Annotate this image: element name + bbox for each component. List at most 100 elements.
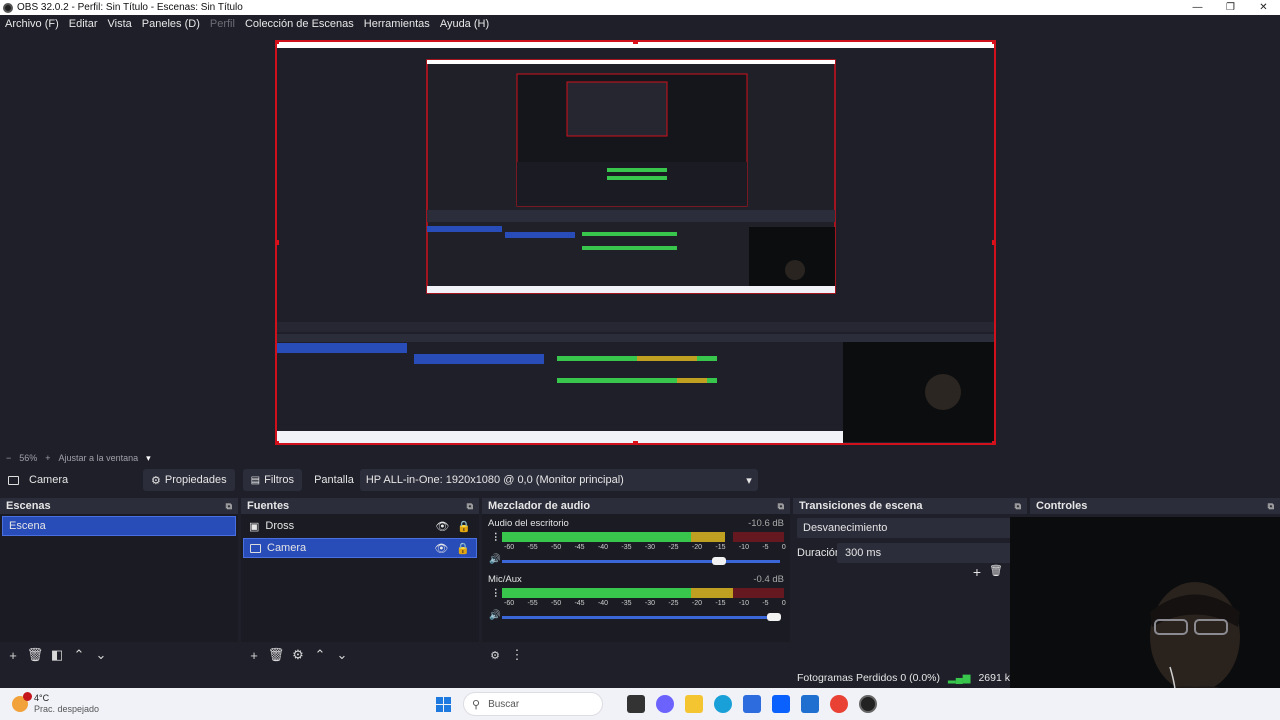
- menu-herramientas[interactable]: Herramientas: [359, 18, 435, 30]
- zoom-out-button[interactable]: −: [6, 453, 11, 463]
- minimize-button[interactable]: —: [1181, 0, 1214, 15]
- obs-icon[interactable]: [859, 695, 877, 713]
- move-up-button[interactable]: ⌃: [311, 647, 329, 663]
- meter-red: [733, 588, 784, 598]
- meter-tick-label: -55: [527, 544, 538, 551]
- close-button[interactable]: ✕: [1247, 0, 1280, 15]
- speaker-icon[interactable]: 🔊: [489, 610, 501, 621]
- add-transition-button[interactable]: +: [973, 564, 981, 580]
- eye-icon[interactable]: 👁: [434, 542, 448, 555]
- transitions-dock: Transiciones de escena ⧉ Desvanecimiento…: [793, 498, 1027, 668]
- mixer-menu-icon[interactable]: ⋮: [508, 647, 526, 663]
- channel-menu-icon[interactable]: ⋮: [491, 588, 501, 599]
- search-placeholder: Buscar: [488, 698, 520, 710]
- duration-input[interactable]: 300 ms: [837, 543, 1023, 563]
- preview-canvas[interactable]: [275, 40, 996, 445]
- source-item[interactable]: ▣ Dross 👁 🔒: [243, 516, 477, 536]
- resize-handle[interactable]: [633, 42, 638, 44]
- remove-source-button[interactable]: 🗑: [267, 647, 285, 663]
- mixer-channel-desktop-audio: Audio del escritorio -10.6 dB ⋮ -60 -55 -5…: [482, 514, 790, 570]
- display-label: Pantalla: [314, 474, 354, 486]
- windows-start-icon[interactable]: [436, 696, 451, 712]
- lock-icon[interactable]: 🔒: [457, 520, 471, 533]
- search-icon: ⚲: [472, 698, 481, 711]
- volume-slider[interactable]: [502, 613, 782, 621]
- menu-archivo[interactable]: Archivo (F): [0, 18, 64, 30]
- resize-handle[interactable]: [277, 441, 279, 443]
- eye-icon[interactable]: 👁: [435, 520, 449, 533]
- move-down-button[interactable]: ⌄: [333, 647, 351, 663]
- zoom-dropdown-icon[interactable]: ▾: [146, 453, 151, 464]
- resize-handle[interactable]: [992, 441, 994, 443]
- resize-handle[interactable]: [992, 240, 994, 245]
- chrome-icon[interactable]: [830, 695, 848, 713]
- meter-tick-label: -20: [691, 544, 702, 551]
- scene-filters-button[interactable]: ◧: [48, 647, 66, 663]
- file-explorer-icon[interactable]: [685, 695, 703, 713]
- undock-icon[interactable]: ⧉: [467, 501, 473, 512]
- meter-green: [502, 532, 691, 542]
- meter-tick-label: -15: [715, 600, 726, 607]
- task-view-icon[interactable]: [627, 695, 645, 713]
- advanced-audio-icon[interactable]: ⚙: [486, 649, 504, 662]
- undock-icon[interactable]: ⧉: [1268, 501, 1274, 512]
- move-down-button[interactable]: ⌄: [92, 647, 110, 663]
- image-icon: ▣: [249, 520, 260, 533]
- maximize-button[interactable]: ❐: [1214, 0, 1247, 15]
- transition-select-value: Desvanecimiento: [803, 522, 888, 534]
- volume-slider-knob[interactable]: [711, 557, 726, 565]
- scenes-title: Escenas: [6, 500, 51, 512]
- display-select-value: HP ALL-in-One: 1920x1080 @ 0,0 (Monitor …: [365, 474, 624, 486]
- move-up-button[interactable]: ⌃: [70, 647, 88, 663]
- undock-icon[interactable]: ⧉: [778, 501, 784, 512]
- meter-tick-label: -40: [597, 600, 609, 607]
- speaker-icon[interactable]: 🔊: [489, 554, 501, 565]
- copilot-icon[interactable]: [656, 695, 674, 713]
- menu-paneles[interactable]: Paneles (D): [137, 18, 205, 30]
- source-item[interactable]: Camera 👁 🔒: [243, 538, 477, 558]
- undock-icon[interactable]: ⧉: [226, 501, 232, 512]
- add-scene-button[interactable]: +: [4, 648, 22, 663]
- menu-perfil[interactable]: Perfil: [205, 18, 240, 30]
- resize-handle[interactable]: [633, 441, 638, 443]
- volume-meter: [502, 588, 784, 598]
- undock-icon[interactable]: ⧉: [1015, 501, 1021, 512]
- menu-ayuda[interactable]: Ayuda (H): [435, 18, 494, 30]
- weather-widget[interactable]: 4°C Prac. despejado: [12, 692, 412, 715]
- source-properties-button[interactable]: ⚙: [289, 647, 307, 663]
- remove-transition-button[interactable]: 🗑: [989, 564, 1003, 580]
- lock-icon[interactable]: 🔒: [456, 542, 470, 555]
- properties-label: Propiedades: [164, 474, 227, 486]
- resize-handle[interactable]: [992, 42, 994, 44]
- mixer-dock-title: Mezclador de audio ⧉: [482, 498, 790, 514]
- zoom-in-button[interactable]: +: [45, 453, 50, 463]
- volume-slider-knob[interactable]: [767, 613, 782, 621]
- power-automate-icon[interactable]: [801, 695, 819, 713]
- meter-tick-label: -55: [527, 600, 538, 607]
- meter-ticks: -60 -55 -50 -45 -40 -35 -30 -25 -20 -15 -10 -5 0: [504, 544, 786, 551]
- store-icon[interactable]: [743, 695, 761, 713]
- menu-vista[interactable]: Vista: [103, 18, 137, 30]
- menu-editar[interactable]: Editar: [64, 18, 103, 30]
- scene-item[interactable]: Escena: [2, 516, 236, 536]
- remove-scene-button[interactable]: 🗑: [26, 647, 44, 663]
- menu-coleccion-escenas[interactable]: Colección de Escenas: [240, 18, 359, 30]
- display-select[interactable]: HP ALL-in-One: 1920x1080 @ 0,0 (Monitor …: [359, 469, 758, 491]
- edge-icon[interactable]: [714, 695, 732, 713]
- volume-slider[interactable]: [502, 557, 780, 565]
- channel-db: -10.6 dB: [748, 518, 784, 529]
- properties-button[interactable]: ⚙ Propiedades: [143, 469, 235, 491]
- taskbar-search[interactable]: ⚲ Buscar: [463, 692, 603, 716]
- obs-logo-icon: [3, 2, 13, 13]
- add-source-button[interactable]: +: [245, 648, 263, 663]
- channel-menu-icon[interactable]: ⋮: [491, 532, 501, 543]
- resize-handle[interactable]: [277, 240, 279, 245]
- dropbox-icon[interactable]: [772, 695, 790, 713]
- filters-button[interactable]: ▤ Filtros: [242, 469, 303, 491]
- transition-select[interactable]: Desvanecimiento: [797, 518, 1023, 538]
- meter-tick-label: -15: [715, 544, 726, 551]
- preview-area[interactable]: [0, 33, 1280, 451]
- resize-handle[interactable]: [277, 42, 279, 44]
- gear-icon: ⚙: [151, 474, 161, 487]
- fit-to-window-label[interactable]: Ajustar a la ventana: [59, 453, 139, 463]
